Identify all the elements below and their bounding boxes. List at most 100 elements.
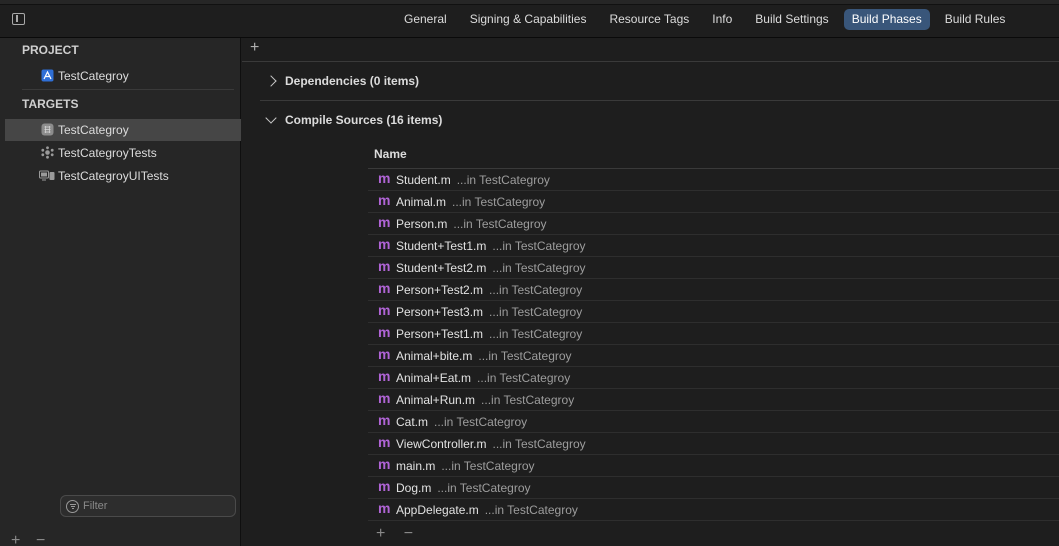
add-target-button[interactable]: + (11, 532, 20, 546)
project-name: TestCategroy (58, 69, 129, 83)
sidebar-item-target-uitests[interactable]: TestCategroyUITests (5, 165, 241, 187)
source-file-name: Dog.m (396, 480, 432, 495)
source-file-location: ...in TestCategroy (456, 172, 550, 187)
source-file-name: Animal+Eat.m (396, 370, 472, 385)
source-file-location: ...in TestCategroy (477, 370, 571, 385)
column-header-name[interactable]: Name (368, 140, 1059, 169)
remove-source-button[interactable]: − (404, 525, 413, 542)
tab-general[interactable]: General (396, 9, 455, 30)
objc-source-file-icon: m (378, 412, 391, 428)
tab-signing-capabilities[interactable]: Signing & Capabilities (462, 9, 595, 30)
source-file-name: main.m (396, 458, 436, 473)
phase-dependencies-label: Dependencies (0 items) (285, 74, 420, 88)
source-file-location: ...in TestCategroy (437, 480, 531, 495)
build-phases-editor: + Dependencies (0 items) Compile Sources… (242, 38, 1059, 546)
objc-source-file-icon: m (378, 478, 391, 494)
editor-tab-bar: General Signing & Capabilities Resource … (0, 0, 1059, 38)
objc-source-file-icon: m (378, 192, 391, 208)
table-actions: + − (376, 525, 413, 543)
add-source-button[interactable]: + (376, 525, 385, 542)
objc-source-file-icon: m (378, 214, 391, 230)
table-row[interactable]: m Person+Test2.m ...in TestCategroy (368, 279, 1059, 301)
window-top-trim (0, 0, 1059, 5)
source-file-name: ViewController.m (396, 436, 487, 451)
source-file-name: Person+Test3.m (396, 304, 484, 319)
target-tests-label: TestCategroyTests (58, 146, 157, 160)
sidebar-item-target-app[interactable]: TestCategroy (5, 119, 241, 141)
source-file-name: Animal.m (396, 194, 447, 209)
filter-icon (66, 500, 79, 513)
objc-source-file-icon: m (378, 434, 391, 450)
source-file-location: ...in TestCategroy (484, 502, 578, 517)
table-row[interactable]: m Animal+Eat.m ...in TestCategroy (368, 367, 1059, 389)
objc-source-file-icon: m (378, 368, 391, 384)
table-row[interactable]: m Student+Test2.m ...in TestCategroy (368, 257, 1059, 279)
source-file-location: ...in TestCategroy (441, 458, 535, 473)
source-file-location: ...in TestCategroy (492, 260, 586, 275)
objc-source-file-icon: m (378, 390, 391, 406)
source-file-location: ...in TestCategroy (434, 414, 528, 429)
source-file-name: Student.m (396, 172, 451, 187)
source-file-location: ...in TestCategroy (489, 304, 583, 319)
ui-test-bundle-icon (39, 170, 55, 181)
table-row[interactable]: m Person+Test3.m ...in TestCategroy (368, 301, 1059, 323)
table-row[interactable]: m Dog.m ...in TestCategroy (368, 477, 1059, 499)
table-row[interactable]: m Animal+Run.m ...in TestCategroy (368, 389, 1059, 411)
target-uitests-label: TestCategroyUITests (58, 169, 169, 183)
source-file-location: ...in TestCategroy (492, 238, 586, 253)
objc-source-file-icon: m (378, 324, 391, 340)
source-file-location: ...in TestCategroy (489, 282, 583, 297)
source-file-name: Student+Test2.m (396, 260, 487, 275)
objc-source-file-icon: m (378, 302, 391, 318)
sidebar-filter-field[interactable]: Filter (60, 495, 236, 517)
source-file-location: ...in TestCategroy (453, 216, 547, 231)
disclosure-chevron-down-icon[interactable] (265, 112, 277, 124)
xcode-project-icon (41, 69, 54, 82)
source-file-name: Person+Test1.m (396, 326, 484, 341)
source-file-name: Animal+bite.m (396, 348, 473, 363)
add-build-phase-button[interactable]: + (250, 39, 259, 57)
table-row[interactable]: m AppDelegate.m ...in TestCategroy (368, 499, 1059, 521)
table-row[interactable]: m Person.m ...in TestCategroy (368, 213, 1059, 235)
table-row[interactable]: m Animal+bite.m ...in TestCategroy (368, 345, 1059, 367)
table-row[interactable]: m Cat.m ...in TestCategroy (368, 411, 1059, 433)
sidebar-divider (22, 89, 234, 90)
tab-info[interactable]: Info (704, 9, 740, 30)
source-file-name: Animal+Run.m (396, 392, 476, 407)
tab-build-settings[interactable]: Build Settings (747, 9, 836, 30)
source-file-location: ...in TestCategroy (478, 348, 572, 363)
table-row[interactable]: m main.m ...in TestCategroy (368, 455, 1059, 477)
targets-section-header: TARGETS (22, 97, 79, 111)
tab-build-rules[interactable]: Build Rules (937, 9, 1014, 30)
table-row[interactable]: m ViewController.m ...in TestCategroy (368, 433, 1059, 455)
phase-compile-sources-label: Compile Sources (16 items) (285, 113, 443, 127)
unit-test-bundle-icon (41, 146, 54, 159)
remove-target-button[interactable]: − (36, 532, 45, 546)
objc-source-file-icon: m (378, 456, 391, 472)
objc-source-file-icon: m (378, 280, 391, 296)
tab-resource-tags[interactable]: Resource Tags (601, 9, 697, 30)
objc-source-file-icon: m (378, 170, 391, 186)
source-file-name: Person+Test2.m (396, 282, 484, 297)
filter-placeholder: Filter (83, 500, 108, 512)
tab-build-phases[interactable]: Build Phases (843, 9, 930, 30)
compile-sources-table: Name m Student.m ...in TestCategroy m Animal… (368, 140, 1059, 521)
table-row[interactable]: m Student.m ...in TestCategroy (368, 169, 1059, 191)
source-file-location: ...in TestCategroy (492, 436, 586, 451)
project-section-header: PROJECT (22, 43, 79, 57)
table-row[interactable]: m Animal.m ...in TestCategroy (368, 191, 1059, 213)
sidebar-toggle-icon[interactable] (12, 13, 25, 25)
compile-sources-rows: m Student.m ...in TestCategroy m Animal.m...… (368, 169, 1059, 521)
source-file-name: Cat.m (396, 414, 429, 429)
objc-source-file-icon: m (378, 500, 391, 516)
sidebar-item-project[interactable]: TestCategroy (5, 65, 241, 87)
sidebar-item-target-tests[interactable]: TestCategroyTests (5, 142, 241, 164)
target-app-label: TestCategroy (58, 123, 129, 137)
objc-source-file-icon: m (378, 346, 391, 362)
disclosure-chevron-right-icon[interactable] (265, 75, 277, 87)
table-row[interactable]: m Person+Test1.m ...in TestCategroy (368, 323, 1059, 345)
source-file-name: Person.m (396, 216, 448, 231)
phase-divider (260, 100, 1059, 101)
table-row[interactable]: m Student+Test1.m ...in TestCategroy (368, 235, 1059, 257)
toolbar-divider (242, 61, 1059, 62)
